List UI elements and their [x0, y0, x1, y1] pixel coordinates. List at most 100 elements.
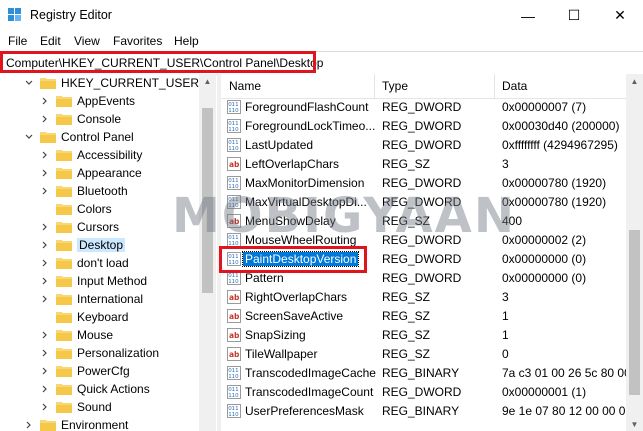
tree-item[interactable]: Sound — [40, 398, 112, 416]
tree-item[interactable]: Colors — [40, 200, 112, 218]
menu-view[interactable]: View — [74, 34, 100, 48]
value-name[interactable]: TileWallpaper — [245, 347, 317, 361]
value-type: REG_DWORD — [382, 233, 462, 247]
address-bar[interactable]: Computer\HKEY_CURRENT_USER\Control Panel… — [0, 51, 643, 75]
close-button[interactable]: ✕ — [597, 0, 643, 31]
list-scroll-up-icon[interactable]: ▲ — [626, 74, 643, 88]
column-divider[interactable] — [494, 74, 495, 98]
chevron-right-icon[interactable] — [40, 240, 50, 250]
chevron-right-icon[interactable] — [40, 114, 50, 124]
chevron-right-icon[interactable] — [40, 402, 50, 412]
string-value-icon: ab — [227, 157, 241, 171]
column-name[interactable]: Name — [229, 79, 261, 93]
list-scroll-thumb[interactable] — [629, 230, 640, 395]
tree-item[interactable]: Quick Actions — [40, 380, 150, 398]
value-name[interactable]: ForegroundFlashCount — [245, 100, 368, 114]
tree-item[interactable]: Bluetooth — [40, 182, 128, 200]
value-name[interactable]: TranscodedImageCount — [245, 385, 373, 399]
value-row[interactable]: 011 110 Pattern REG_DWORD 0x00000000 (0) — [221, 269, 626, 288]
tree-item[interactable]: Input Method — [40, 272, 147, 290]
menu-favorites[interactable]: Favorites — [113, 34, 162, 48]
value-row[interactable]: 011 110 PaintDesktopVersion REG_DWORD 0x0000… — [221, 250, 626, 269]
tree-item[interactable]: Appearance — [40, 164, 142, 182]
chevron-right-icon[interactable] — [40, 330, 50, 340]
title-bar: Registry Editor — ☐ ✕ — [0, 0, 643, 31]
chevron-right-icon[interactable] — [40, 150, 50, 160]
value-name[interactable]: TranscodedImageCache — [245, 366, 376, 380]
value-row[interactable]: 011 110 MouseWheelRouting REG_DWORD 0x000000… — [221, 231, 626, 250]
value-row[interactable]: 011 110 ForegroundLockTimeo... REG_DWORD 0x0… — [221, 117, 626, 136]
tree-item[interactable]: Keyboard — [40, 308, 128, 326]
column-data[interactable]: Data — [502, 79, 527, 93]
value-row[interactable]: ab SnapSizing REG_SZ 1 — [221, 326, 626, 345]
minimize-button[interactable]: — — [505, 0, 551, 31]
value-name[interactable]: ForegroundLockTimeo... — [245, 119, 375, 133]
chevron-right-icon[interactable] — [24, 420, 34, 430]
tree-item[interactable]: International — [40, 290, 143, 308]
value-name[interactable]: LeftOverlapChars — [245, 157, 339, 171]
tree-scroll-thumb[interactable] — [202, 108, 213, 293]
chevron-down-icon[interactable] — [24, 132, 34, 142]
values-list[interactable]: Name Type Data 011 110 ForegroundFlashCoun… — [221, 74, 626, 431]
value-row[interactable]: ab RightOverlapChars REG_SZ 3 — [221, 288, 626, 307]
list-scroll-down-icon[interactable]: ▼ — [626, 417, 643, 431]
value-name[interactable]: MaxVirtualDesktopDi... — [245, 195, 367, 209]
value-row[interactable]: 011 110 MaxVirtualDesktopDi... REG_DWORD 0x0… — [221, 193, 626, 212]
menu-file[interactable]: File — [8, 34, 27, 48]
value-name[interactable]: Pattern — [245, 271, 284, 285]
value-row[interactable]: 011 110 TranscodedImageCount REG_DWORD 0x000… — [221, 383, 626, 402]
value-name[interactable]: MaxMonitorDimension — [245, 176, 364, 190]
chevron-right-icon[interactable] — [40, 96, 50, 106]
value-row[interactable]: 011 110 MaxMonitorDimension REG_DWORD 0x0000… — [221, 174, 626, 193]
key-tree[interactable]: HKEY_CURRENT_USER AppEvents Console Control… — [0, 74, 216, 431]
tree-item[interactable]: don't load — [40, 254, 129, 272]
column-type[interactable]: Type — [382, 79, 408, 93]
chevron-right-icon[interactable] — [40, 294, 50, 304]
chevron-down-icon[interactable] — [24, 78, 34, 88]
chevron-right-icon[interactable] — [40, 168, 50, 178]
menu-edit[interactable]: Edit — [40, 34, 61, 48]
value-row[interactable]: ab LeftOverlapChars REG_SZ 3 — [221, 155, 626, 174]
tree-item[interactable]: Console — [40, 110, 121, 128]
value-row[interactable]: ab ScreenSaveActive REG_SZ 1 — [221, 307, 626, 326]
tree-item-label: Environment — [61, 418, 129, 431]
value-row[interactable]: ab MenuShowDelay REG_SZ 400 — [221, 212, 626, 231]
value-row[interactable]: 011 110 UserPreferencesMask REG_BINARY 9e 1e… — [221, 402, 626, 421]
tree-item[interactable]: AppEvents — [40, 92, 135, 110]
value-name[interactable]: RightOverlapChars — [245, 290, 347, 304]
value-name[interactable]: PaintDesktopVersion — [241, 251, 360, 267]
chevron-right-icon[interactable] — [40, 384, 50, 394]
menu-help[interactable]: Help — [174, 34, 199, 48]
maximize-button[interactable]: ☐ — [551, 0, 597, 31]
value-name[interactable]: SnapSizing — [245, 328, 306, 342]
chevron-right-icon[interactable] — [40, 258, 50, 268]
value-row[interactable]: ab TileWallpaper REG_SZ 0 — [221, 345, 626, 364]
chevron-right-icon[interactable] — [40, 222, 50, 232]
tree-item[interactable]: Cursors — [40, 218, 119, 236]
value-row[interactable]: 011 110 LastUpdated REG_DWORD 0xffffffff (42… — [221, 136, 626, 155]
tree-scroll-up-icon[interactable]: ▲ — [199, 74, 216, 88]
tree-item[interactable]: Environment — [24, 416, 128, 431]
tree-item[interactable]: Personalization — [40, 344, 159, 362]
column-divider[interactable] — [374, 74, 375, 98]
chevron-right-icon[interactable] — [40, 366, 50, 376]
address-path[interactable]: Computer\HKEY_CURRENT_USER\Control Panel… — [6, 56, 323, 70]
svg-text:110: 110 — [228, 108, 239, 114]
value-name[interactable]: MenuShowDelay — [245, 214, 336, 228]
chevron-right-icon[interactable] — [40, 186, 50, 196]
tree-item[interactable]: Control Panel — [24, 128, 134, 146]
tree-item[interactable]: Mouse — [40, 326, 113, 344]
svg-text:110: 110 — [228, 241, 239, 247]
value-row[interactable]: 011 110 ForegroundFlashCount REG_DWORD 0x000… — [221, 98, 626, 117]
chevron-right-icon[interactable] — [40, 348, 50, 358]
value-name[interactable]: UserPreferencesMask — [245, 404, 364, 418]
tree-item[interactable]: Desktop — [40, 236, 126, 254]
value-name[interactable]: LastUpdated — [245, 138, 313, 152]
tree-item[interactable]: Accessibility — [40, 146, 142, 164]
chevron-right-icon[interactable] — [40, 276, 50, 286]
tree-item[interactable]: HKEY_CURRENT_USER — [24, 74, 199, 92]
value-name[interactable]: MouseWheelRouting — [245, 233, 356, 247]
value-row[interactable]: 011 110 TranscodedImageCache REG_BINARY 7a c… — [221, 364, 626, 383]
tree-item[interactable]: PowerCfg — [40, 362, 130, 380]
value-name[interactable]: ScreenSaveActive — [245, 309, 343, 323]
